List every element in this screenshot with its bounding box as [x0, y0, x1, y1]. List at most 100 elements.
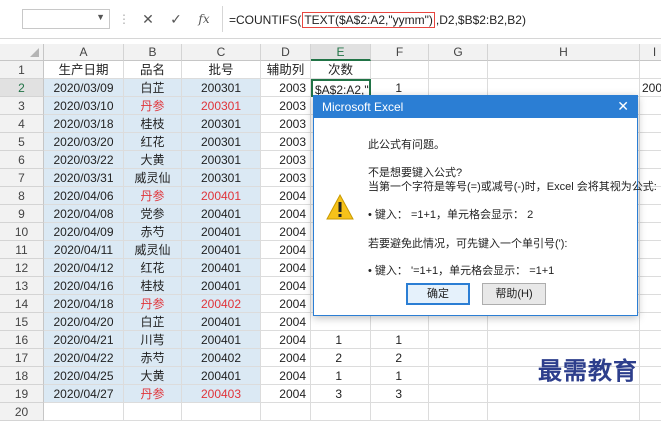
cell-h20[interactable]	[488, 403, 640, 421]
cell-a8[interactable]: 2020/04/06	[44, 187, 124, 205]
column-header-c[interactable]: C	[182, 44, 261, 61]
cell-a5[interactable]: 2020/03/20	[44, 133, 124, 151]
column-header-g[interactable]: G	[429, 44, 488, 61]
cell-a18[interactable]: 2020/04/25	[44, 367, 124, 385]
cell-d2[interactable]: 2003	[261, 79, 311, 97]
cell-a11[interactable]: 2020/04/11	[44, 241, 124, 259]
formula-input[interactable]: =COUNTIFS(TEXT($A$2:A2,"yymm") ,D2,$B$2:B…	[229, 12, 526, 28]
cell-b7[interactable]: 威灵仙	[124, 169, 182, 187]
column-header-e[interactable]: E	[311, 44, 371, 61]
cell-f18[interactable]: 1	[371, 367, 429, 385]
cell-f20[interactable]	[371, 403, 429, 421]
cell-a10[interactable]: 2020/04/09	[44, 223, 124, 241]
cell-b11[interactable]: 威灵仙	[124, 241, 182, 259]
cell-b9[interactable]: 党参	[124, 205, 182, 223]
cell-a12[interactable]: 2020/04/12	[44, 259, 124, 277]
cell-f1[interactable]	[371, 61, 429, 79]
cell-d14[interactable]: 2004	[261, 295, 311, 313]
cell-d18[interactable]: 2004	[261, 367, 311, 385]
cell-d1[interactable]: 辅助列	[261, 61, 311, 79]
close-icon[interactable]: ✕	[617, 98, 629, 115]
cell-c5[interactable]: 200301	[182, 133, 261, 151]
cell-i20[interactable]	[640, 403, 661, 421]
cell-b2[interactable]: 白芷	[124, 79, 182, 97]
cell-b20[interactable]	[124, 403, 182, 421]
cell-b15[interactable]: 白芷	[124, 313, 182, 331]
cell-c13[interactable]: 200401	[182, 277, 261, 295]
cell-e17[interactable]: 2	[311, 349, 371, 367]
cancel-button[interactable]: ✕	[137, 10, 159, 28]
cell-b1[interactable]: 品名	[124, 61, 182, 79]
cell-d13[interactable]: 2004	[261, 277, 311, 295]
cell-d10[interactable]: 2004	[261, 223, 311, 241]
name-box[interactable]: ▼	[22, 9, 110, 29]
cell-b16[interactable]: 川芎	[124, 331, 182, 349]
cell-i9[interactable]	[640, 205, 661, 223]
cell-d17[interactable]: 2004	[261, 349, 311, 367]
cell-d8[interactable]: 2004	[261, 187, 311, 205]
cell-d5[interactable]: 2003	[261, 133, 311, 151]
cell-c17[interactable]: 200402	[182, 349, 261, 367]
cell-d19[interactable]: 2004	[261, 385, 311, 403]
cell-b4[interactable]: 桂枝	[124, 115, 182, 133]
cell-c11[interactable]: 200401	[182, 241, 261, 259]
cell-d11[interactable]: 2004	[261, 241, 311, 259]
cell-f19[interactable]: 3	[371, 385, 429, 403]
cell-g20[interactable]	[429, 403, 488, 421]
cell-e20[interactable]	[311, 403, 371, 421]
cell-h19[interactable]	[488, 385, 640, 403]
cell-c10[interactable]: 200401	[182, 223, 261, 241]
row-header-16[interactable]: 16	[0, 331, 44, 349]
cell-i3[interactable]	[640, 97, 661, 115]
row-header-11[interactable]: 11	[0, 241, 44, 259]
cell-i17[interactable]	[640, 349, 661, 367]
cell-b6[interactable]: 大黄	[124, 151, 182, 169]
cell-b19[interactable]: 丹参	[124, 385, 182, 403]
cell-c15[interactable]: 200401	[182, 313, 261, 331]
cell-a15[interactable]: 2020/04/20	[44, 313, 124, 331]
dialog-titlebar[interactable]: Microsoft Excel ✕	[314, 96, 637, 118]
cell-c8[interactable]: 200401	[182, 187, 261, 205]
cell-b17[interactable]: 赤芍	[124, 349, 182, 367]
cell-b18[interactable]: 大黄	[124, 367, 182, 385]
cell-c4[interactable]: 200301	[182, 115, 261, 133]
cell-i12[interactable]	[640, 259, 661, 277]
cell-c20[interactable]	[182, 403, 261, 421]
cell-d16[interactable]: 2004	[261, 331, 311, 349]
cell-h1[interactable]	[488, 61, 640, 79]
cell-d9[interactable]: 2004	[261, 205, 311, 223]
row-header-12[interactable]: 12	[0, 259, 44, 277]
cell-i14[interactable]	[640, 295, 661, 313]
cell-f16[interactable]: 1	[371, 331, 429, 349]
cell-d6[interactable]: 2003	[261, 151, 311, 169]
cell-b5[interactable]: 红花	[124, 133, 182, 151]
row-header-8[interactable]: 8	[0, 187, 44, 205]
cell-c9[interactable]: 200401	[182, 205, 261, 223]
cell-a4[interactable]: 2020/03/18	[44, 115, 124, 133]
cell-i15[interactable]	[640, 313, 661, 331]
row-header-6[interactable]: 6	[0, 151, 44, 169]
cell-c19[interactable]: 200403	[182, 385, 261, 403]
help-button[interactable]: 帮助(H)	[482, 283, 546, 305]
cell-i13[interactable]	[640, 277, 661, 295]
cell-g1[interactable]	[429, 61, 488, 79]
cell-g16[interactable]	[429, 331, 488, 349]
ok-button[interactable]: 确定	[406, 283, 470, 305]
cell-b8[interactable]: 丹参	[124, 187, 182, 205]
cell-a20[interactable]	[44, 403, 124, 421]
row-header-17[interactable]: 17	[0, 349, 44, 367]
cell-c7[interactable]: 200301	[182, 169, 261, 187]
cell-i6[interactable]	[640, 151, 661, 169]
cell-a3[interactable]: 2020/03/10	[44, 97, 124, 115]
row-header-20[interactable]: 20	[0, 403, 44, 421]
cell-i2[interactable]: 2003	[640, 79, 661, 97]
cell-b10[interactable]: 赤芍	[124, 223, 182, 241]
cell-f17[interactable]: 2	[371, 349, 429, 367]
cell-e18[interactable]: 1	[311, 367, 371, 385]
row-header-2[interactable]: 2	[0, 79, 44, 97]
row-header-4[interactable]: 4	[0, 115, 44, 133]
column-header-h[interactable]: H	[488, 44, 640, 61]
insert-function-button[interactable]: fx	[193, 10, 215, 28]
row-header-13[interactable]: 13	[0, 277, 44, 295]
cell-c16[interactable]: 200401	[182, 331, 261, 349]
